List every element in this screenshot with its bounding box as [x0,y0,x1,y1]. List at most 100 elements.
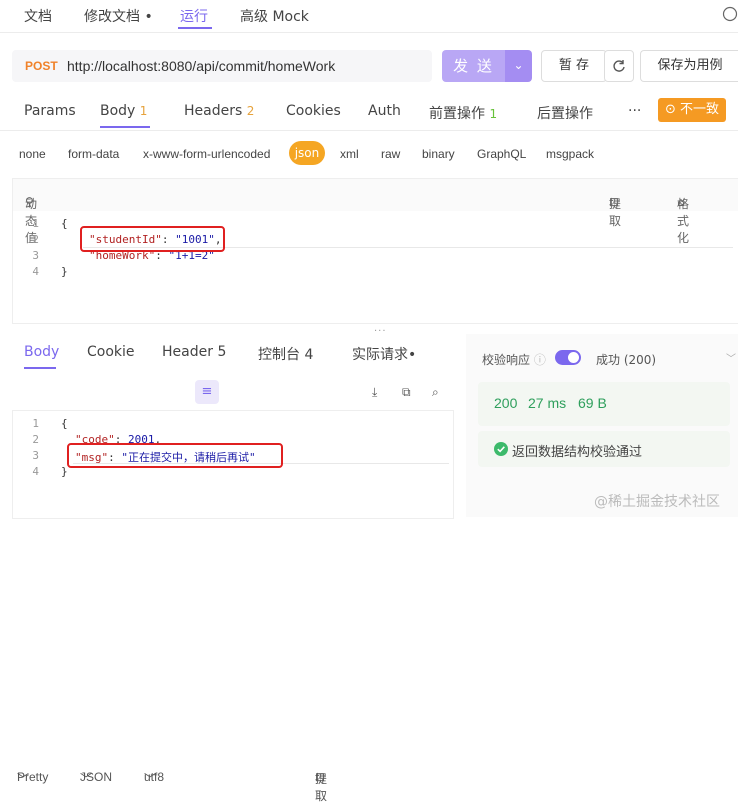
tab-actual-request-dot: • [408,347,417,363]
chevron-down-icon: ﹀ [80,772,93,786]
extract-label: 提取 [609,197,622,228]
tab-pre-ops[interactable]: 前置操作 1 [429,103,497,123]
highlight-box [67,443,283,468]
chevron-down-icon: ﹀ [17,772,30,786]
line-number: 3 [32,449,39,462]
response-size: 69 B [578,395,607,411]
request-body-editor[interactable]: ⚲ 动态值 ⊡ 提取 ⌂ 格式化 1 2 3 4 { "studentId": … [12,178,738,324]
url-bar[interactable]: POST http://localhost:8080/api/commit/ho… [12,50,432,82]
line-number: 2 [32,433,39,446]
response-stats: 200 27 ms 69 B [478,382,730,426]
check-circle-icon [494,442,508,456]
line-number: 4 [32,265,39,278]
mismatch-badge[interactable]: ⊙ 不一致 [658,98,726,122]
active-tab-underline [178,27,212,29]
tab-resp-body[interactable]: Body [24,344,59,360]
tab-cookies[interactable]: Cookies [286,103,341,119]
tab-resp-header[interactable]: Header 5 [162,344,226,360]
more-tabs[interactable]: ··· [628,103,641,119]
warning-icon: ⊙ [664,102,676,117]
tab-console-label: 控制台 [258,347,300,363]
tab-advanced-mock[interactable]: 高级 Mock [240,6,309,26]
tab-pre-ops-label: 前置操作 [429,106,485,122]
send-dropdown[interactable]: ⌄ [505,50,532,82]
line-number: 1 [32,217,39,230]
save-as-case-button[interactable]: 保存为用例 [640,50,738,82]
copy-icon[interactable]: ⧉ [402,385,411,400]
line-number: 4 [32,465,39,478]
tab-resp-cookie[interactable]: Cookie [87,344,135,360]
top-nav: 文档 修改文档 • 运行 高级 Mock [0,0,738,30]
help-icon[interactable] [722,6,738,22]
tab-body-count: 1 [139,104,148,118]
type-form-data[interactable]: form-data [68,147,119,161]
validate-response-label: 校验响应 ⓘ [482,351,546,368]
tab-console[interactable]: 控制台 4 [258,344,313,364]
refresh-icon [613,60,625,72]
body-tab-underline [100,126,150,128]
tab-headers-count: 2 [246,104,255,118]
wrap-lines-button[interactable]: ≡ [195,380,219,404]
watermark: @稀土掘金技术社区 [594,494,720,510]
resp-tab-underline [24,367,56,369]
validation-result: 成功 (200) [596,353,657,367]
chevron-down-icon: ﹀ [144,772,157,786]
chevron-down-icon: ⌄ [513,58,524,72]
tab-edit-doc[interactable]: 修改文档 • [84,6,153,26]
format-label: 格式化 [677,197,690,245]
type-xml[interactable]: xml [340,147,359,161]
unsaved-dot: • [144,9,153,25]
reset-button[interactable] [604,50,634,82]
wrap-icon: ≡ [201,384,213,399]
type-none[interactable]: none [19,147,46,161]
send-button[interactable]: 发 送 [442,50,505,82]
tab-pre-ops-count: 1 [489,107,498,121]
tab-edit-doc-label: 修改文档 [84,9,140,25]
tab-resp-header-count: 5 [217,344,227,360]
status-code: 200 [494,395,518,411]
schema-check-message: 返回数据结构校验通过 [512,445,643,460]
code-line: { [61,417,68,430]
search-icon[interactable]: ⌕ [432,385,439,400]
tab-actual-request-label: 实际请求 [352,347,408,363]
tab-resp-header-label: Header [162,344,213,360]
line-number: 2 [32,233,39,246]
type-json[interactable]: json [289,141,325,165]
editor-toolbar: ⚲ 动态值 ⊡ 提取 ⌂ 格式化 [13,179,738,245]
validate-label-text: 校验响应 [482,353,531,367]
type-x-www-form-urlencoded[interactable]: x-www-form-urlencoded [143,147,270,161]
line-number: 3 [32,249,39,262]
url-input[interactable]: http://localhost:8080/api/commit/homeWor… [67,58,335,74]
tab-headers[interactable]: Headers 2 [184,103,254,119]
validate-toggle[interactable] [555,350,581,365]
type-graphql[interactable]: GraphQL [477,147,526,161]
panel-resizer[interactable]: ··· [374,326,387,337]
code-line: } [61,465,68,478]
type-binary[interactable]: binary [422,147,455,161]
schema-check: 返回数据结构校验通过 [478,431,730,467]
method-select[interactable]: POST [25,59,58,73]
tab-post-ops[interactable]: 后置操作 [537,103,593,123]
resp-extract-label: 提取 [315,772,328,803]
tab-actual-request[interactable]: 实际请求• [352,344,416,364]
response-body-viewer[interactable]: 1 2 3 4 { "code": 2001, "msg": "正在提交中，请稍… [12,410,454,519]
divider [0,32,738,33]
chevron-down-icon[interactable]: ﹀ [726,350,736,365]
code-line: } [61,265,68,278]
tab-console-count: 4 [304,347,314,363]
highlight-box [80,226,225,252]
tab-body[interactable]: Body 1 [100,103,147,119]
save-button[interactable]: 暂 存 [541,50,607,82]
tab-params[interactable]: Params [24,103,76,119]
type-raw[interactable]: raw [381,147,400,161]
code-line: { [61,217,68,230]
type-msgpack[interactable]: msgpack [546,147,594,161]
tab-headers-label: Headers [184,103,243,119]
tab-run[interactable]: 运行 [180,6,208,26]
tab-doc[interactable]: 文档 [24,6,52,26]
tab-auth[interactable]: Auth [368,103,401,119]
mismatch-label: 不一致 [680,102,720,117]
line-number: 1 [32,417,39,430]
download-icon[interactable]: ⤓ [372,385,377,400]
help-icon: ⓘ [533,353,546,367]
